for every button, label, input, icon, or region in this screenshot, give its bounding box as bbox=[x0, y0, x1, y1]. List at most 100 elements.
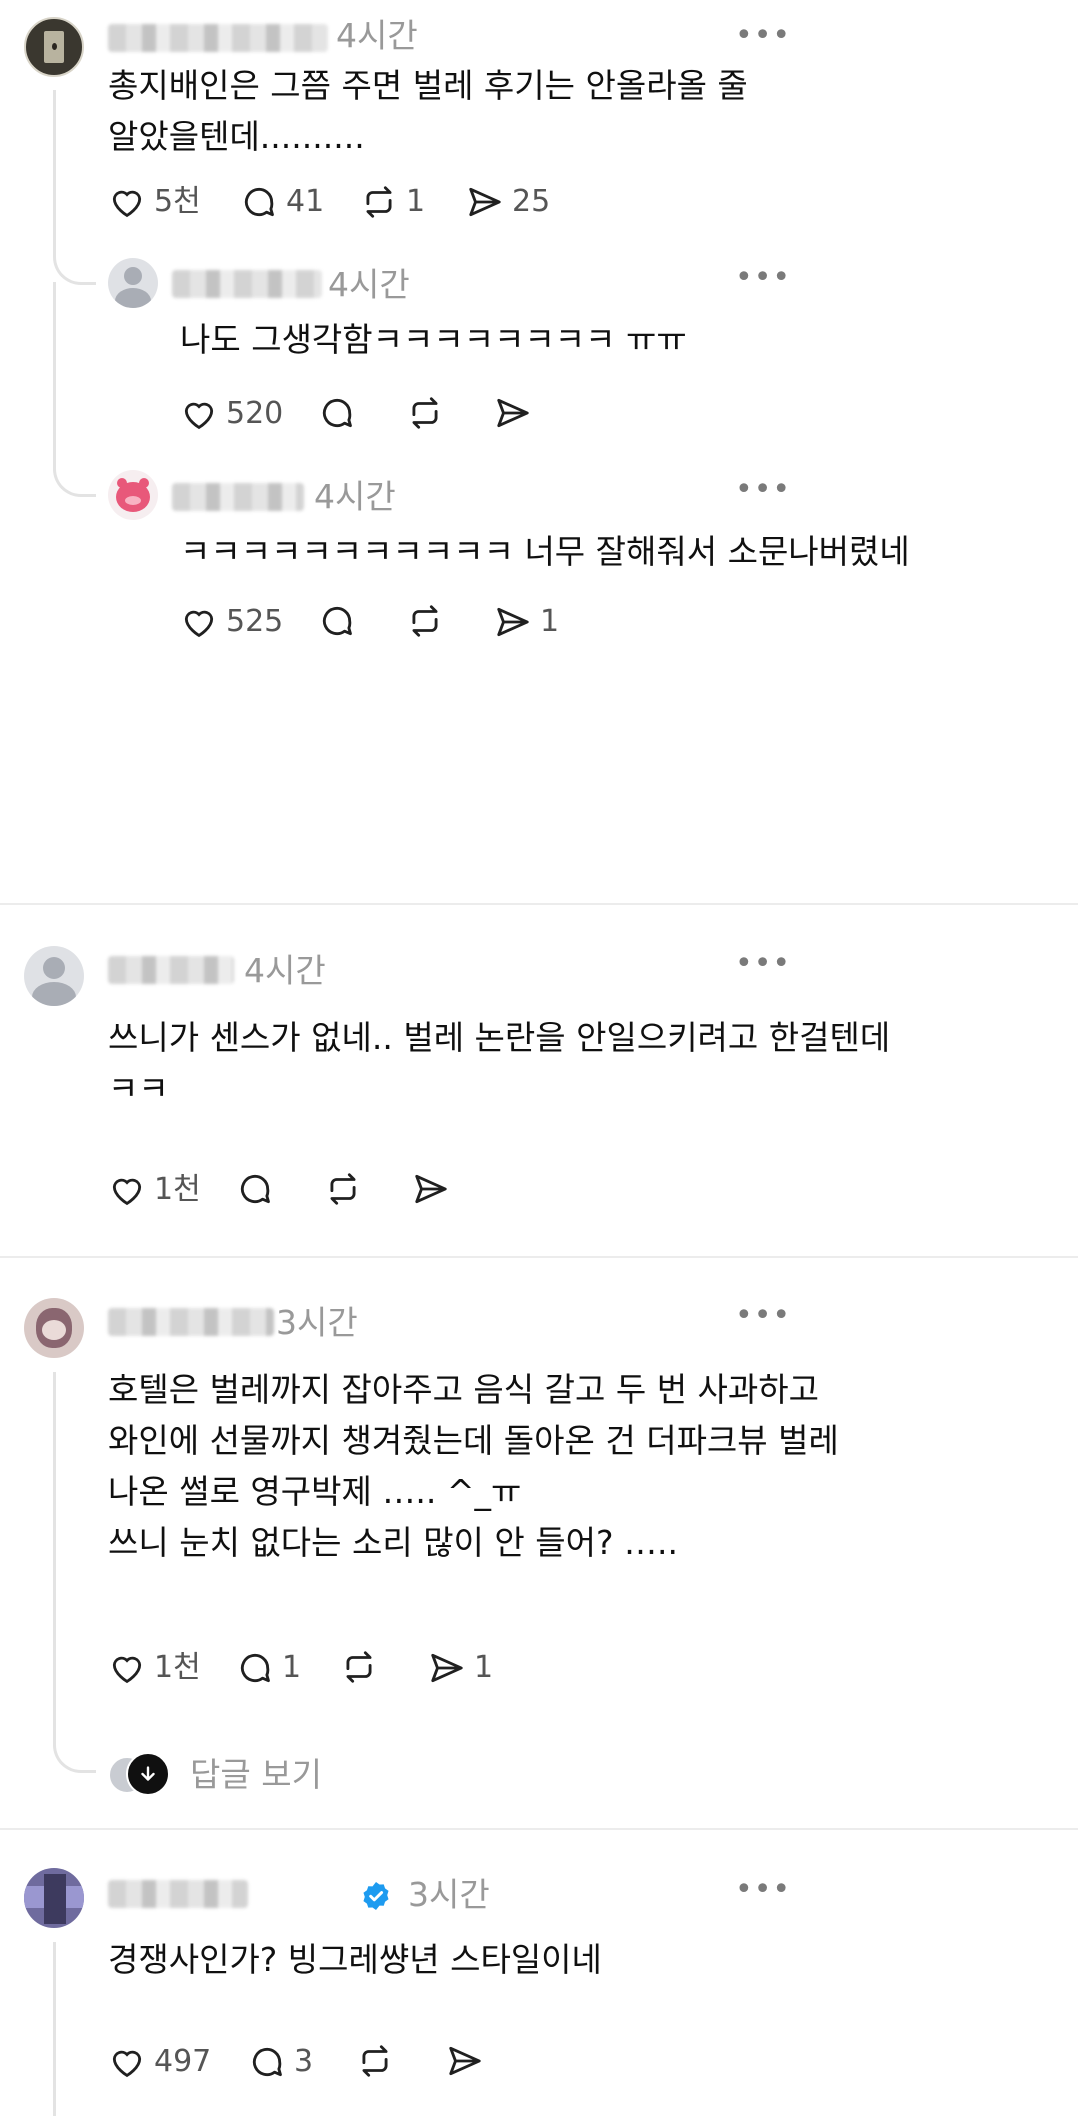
post-text: 쓰니가 센스가 없네.. 벌레 논란을 안일으키려고 한걸텐데 ㅋㅋ bbox=[108, 1012, 890, 1114]
repost-button[interactable] bbox=[406, 602, 444, 640]
repost-button[interactable] bbox=[340, 1648, 378, 1686]
like-button[interactable]: 5천 bbox=[108, 182, 201, 222]
username[interactable] bbox=[108, 1880, 248, 1908]
more-options-icon[interactable]: ••• bbox=[735, 21, 791, 51]
view-replies-button[interactable]: 답글 보기 bbox=[108, 1748, 322, 1796]
post-text-line: 알았을텐데.......... bbox=[108, 117, 365, 156]
share-button[interactable]: 25 bbox=[466, 182, 550, 222]
comment-button[interactable]: 1 bbox=[236, 1648, 301, 1688]
post-text-line: 총지배인은 그쯤 주면 벌레 후기는 안올라올 줄 bbox=[108, 66, 748, 105]
heart-icon bbox=[112, 1178, 142, 1206]
like-button[interactable]: 1천 bbox=[108, 1648, 201, 1688]
share-button[interactable]: 1 bbox=[494, 602, 559, 642]
comment-count: 41 bbox=[286, 184, 325, 219]
view-replies-label: 답글 보기 bbox=[190, 1755, 322, 1794]
repost-count: 1 bbox=[406, 184, 426, 219]
send-icon bbox=[497, 607, 529, 637]
post-text: 경쟁사인가? 빙그레썅년 스타일이네 bbox=[108, 1934, 602, 1985]
post-time: 3시간 bbox=[408, 1875, 490, 1914]
like-button[interactable]: 525 bbox=[180, 602, 283, 642]
more-options-icon[interactable]: ••• bbox=[735, 475, 791, 505]
thread-line bbox=[53, 90, 56, 250]
thread-line bbox=[53, 1372, 56, 1672]
comment-icon bbox=[244, 187, 274, 217]
share-button[interactable] bbox=[412, 1170, 450, 1208]
repost-button[interactable] bbox=[406, 394, 444, 432]
avatar[interactable] bbox=[108, 470, 158, 520]
more-options-icon[interactable]: ••• bbox=[735, 1301, 791, 1331]
username[interactable] bbox=[108, 1308, 274, 1336]
send-icon bbox=[431, 1653, 463, 1683]
share-button[interactable] bbox=[446, 2042, 484, 2080]
post-text-line: 쓰니가 센스가 없네.. 벌레 논란을 안일으키려고 한걸텐데 bbox=[108, 1018, 891, 1057]
post-text-line: 나온 썰로 영구박제 ….. ^_ㅠ bbox=[108, 1472, 522, 1511]
like-button[interactable]: 1천 bbox=[108, 1170, 201, 1210]
repost-icon bbox=[412, 397, 438, 429]
avatar[interactable] bbox=[24, 1868, 84, 1928]
share-button[interactable] bbox=[494, 394, 532, 432]
repost-icon bbox=[330, 1173, 356, 1205]
comment-button[interactable]: 41 bbox=[240, 182, 324, 222]
post-time: 4시간 bbox=[328, 265, 410, 304]
post-text: 나도 그생각함ㅋㅋㅋㅋㅋㅋㅋㅋ ㅠㅠ bbox=[180, 314, 687, 365]
comment-count: 3 bbox=[294, 2044, 314, 2079]
comment-icon bbox=[322, 398, 352, 428]
comment-button[interactable] bbox=[318, 602, 356, 640]
like-count: 1천 bbox=[154, 1650, 201, 1685]
thread-line bbox=[53, 1942, 56, 2116]
more-options-icon[interactable]: ••• bbox=[735, 263, 791, 293]
post-text-line: 나도 그생각함ㅋㅋㅋㅋㅋㅋㅋㅋ ㅠㅠ bbox=[180, 320, 687, 359]
thread-line bbox=[53, 282, 56, 462]
username[interactable] bbox=[108, 956, 234, 984]
like-button[interactable]: 520 bbox=[180, 394, 283, 434]
send-icon bbox=[415, 1174, 447, 1204]
repost-icon bbox=[412, 605, 438, 637]
post-text-line: 경쟁사인가? 빙그레썅년 스타일이네 bbox=[108, 1940, 602, 1979]
comment-icon bbox=[322, 606, 352, 636]
username[interactable] bbox=[172, 483, 304, 511]
comment-button[interactable] bbox=[318, 394, 356, 432]
post-text: 총지배인은 그쯤 주면 벌레 후기는 안올라올 줄 알았을텐데.........… bbox=[108, 60, 748, 162]
heart-icon bbox=[112, 2050, 142, 2078]
heart-icon bbox=[184, 610, 214, 638]
divider bbox=[0, 1256, 1078, 1258]
divider bbox=[0, 1828, 1078, 1830]
comment-button[interactable] bbox=[236, 1170, 274, 1208]
post-time: 3시간 bbox=[276, 1303, 358, 1342]
username[interactable] bbox=[172, 270, 322, 298]
post-text-line: 쓰니 눈치 없다는 소리 많이 안 들어? ….. bbox=[108, 1523, 678, 1562]
avatar[interactable] bbox=[24, 1298, 84, 1358]
share-button[interactable]: 1 bbox=[428, 1648, 493, 1688]
post-text-line: 호텔은 벌레까지 잡아주고 음식 갈고 두 번 사과하고 bbox=[108, 1370, 819, 1409]
repost-button[interactable] bbox=[356, 2042, 394, 2080]
reply-avatars bbox=[108, 1750, 170, 1796]
avatar[interactable] bbox=[24, 17, 84, 77]
comment-icon bbox=[240, 1174, 270, 1204]
like-button[interactable]: 497 bbox=[108, 2042, 211, 2082]
like-count: 520 bbox=[226, 396, 284, 431]
repost-button[interactable]: 1 bbox=[360, 182, 425, 222]
comment-button[interactable]: 3 bbox=[248, 2042, 313, 2082]
comment-icon bbox=[240, 1653, 270, 1683]
thread-connector bbox=[53, 1660, 96, 1773]
avatar[interactable] bbox=[108, 258, 158, 308]
like-count: 1천 bbox=[154, 1172, 201, 1207]
heart-icon bbox=[184, 402, 214, 430]
verified-badge-icon bbox=[360, 1880, 392, 1912]
share-count: 1 bbox=[540, 604, 560, 639]
username[interactable] bbox=[108, 24, 328, 52]
post-text-line: ㅋㅋㅋㅋㅋㅋㅋㅋㅋㅋㅋ 너무 잘해줘서 소문나버렸네 bbox=[180, 532, 910, 571]
send-icon bbox=[469, 187, 501, 217]
repost-icon bbox=[362, 2045, 388, 2077]
heart-icon bbox=[112, 190, 142, 218]
like-count: 5천 bbox=[154, 184, 201, 219]
more-options-icon[interactable]: ••• bbox=[735, 949, 791, 979]
post-time: 4시간 bbox=[314, 477, 396, 516]
post-text-line: 와인에 선물까지 챙겨줬는데 돌아온 건 더파크뷰 벌레 bbox=[108, 1421, 839, 1460]
post-time: 4시간 bbox=[244, 951, 326, 990]
share-count: 25 bbox=[512, 184, 551, 219]
repost-button[interactable] bbox=[324, 1170, 362, 1208]
avatar[interactable] bbox=[24, 946, 84, 1006]
repost-icon bbox=[346, 1651, 372, 1683]
more-options-icon[interactable]: ••• bbox=[735, 1875, 791, 1905]
